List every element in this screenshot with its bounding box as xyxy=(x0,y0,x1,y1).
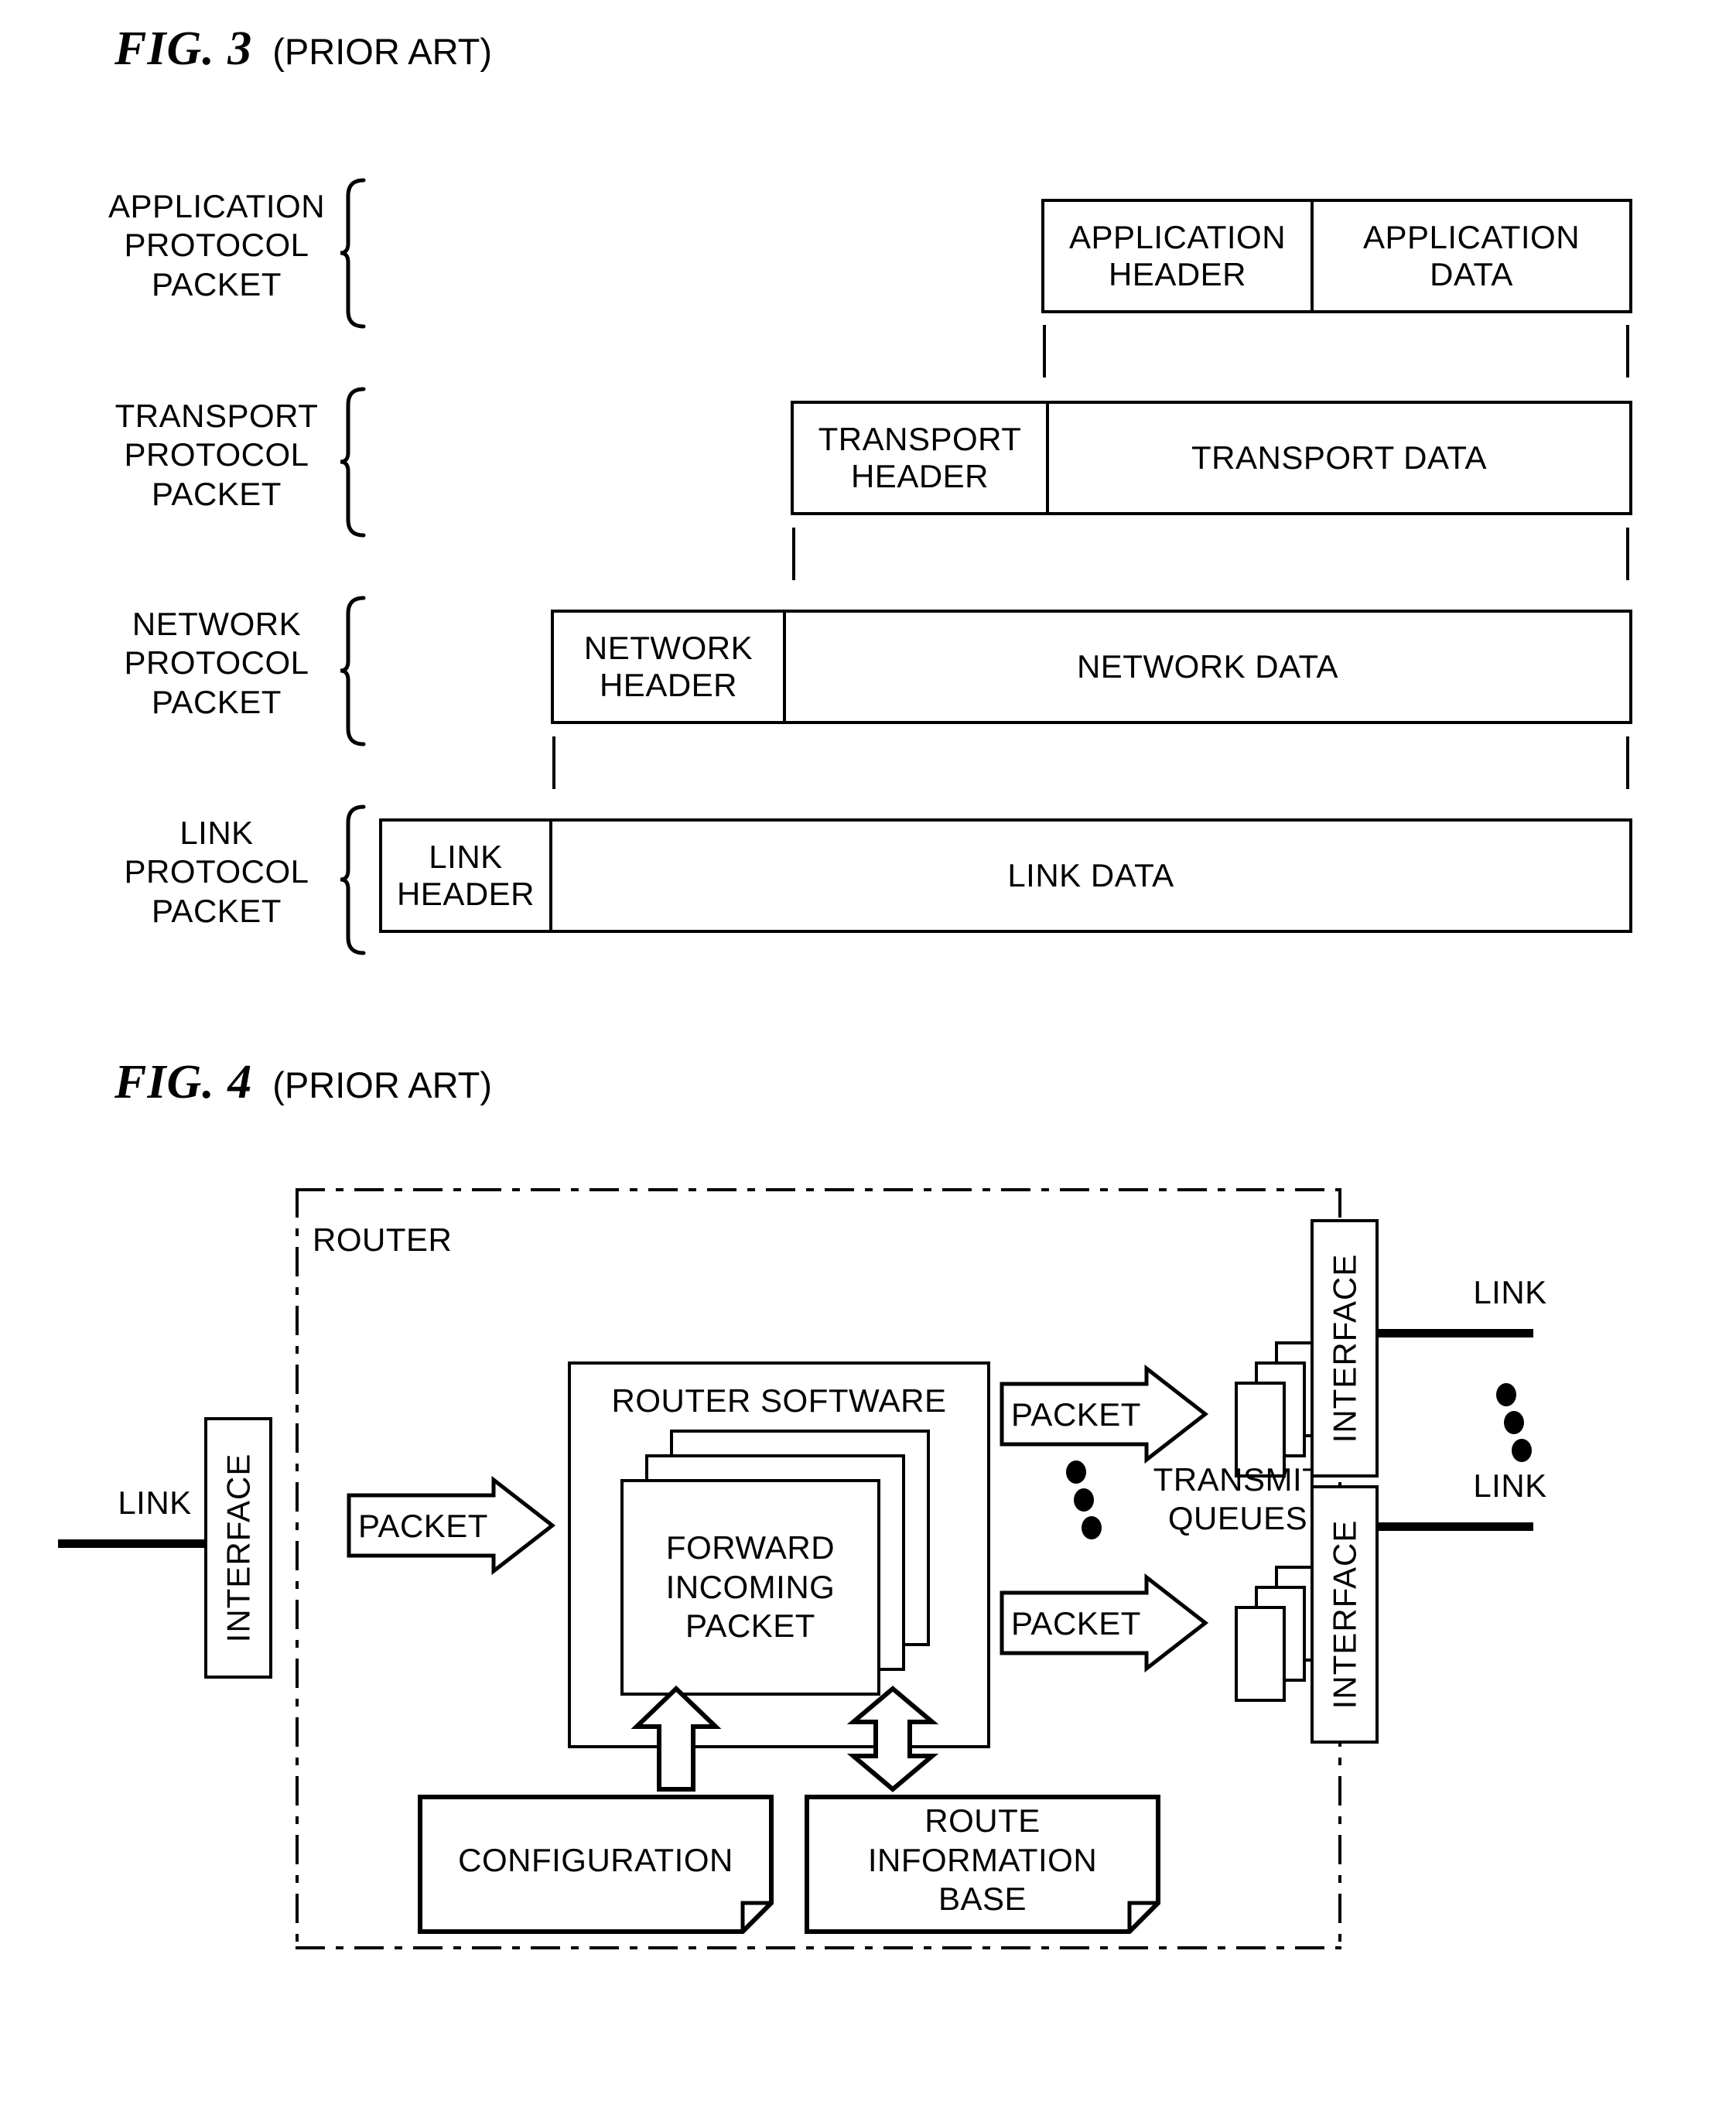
application-protocol-packet-label: APPLICATION PROTOCOL PACKET xyxy=(108,188,326,302)
packet-arrow-ingress-label: PACKET xyxy=(358,1508,488,1544)
interface-ingress[interactable]: INTERFACE xyxy=(204,1417,272,1679)
figure-3-prior-art-note: (PRIOR ART) xyxy=(272,31,493,72)
interfaces-ellipsis-dots xyxy=(1496,1383,1546,1468)
network-protocol-packet-box: NETWORK HEADER NETWORK DATA xyxy=(551,610,1632,724)
network-header-cell: NETWORK HEADER xyxy=(554,613,786,721)
transport-packet-brace xyxy=(340,387,366,538)
interface-egress-top[interactable]: INTERFACE xyxy=(1311,1219,1379,1478)
egress-link-top-label: LINK xyxy=(1473,1274,1547,1310)
encapsulation-tick-app-left xyxy=(1043,325,1046,377)
interface-egress-top-label: INTERFACE xyxy=(1326,1253,1363,1443)
router-boundary-bottom-edge xyxy=(296,1946,1341,1949)
transport-header-cell: TRANSPORT HEADER xyxy=(794,404,1049,512)
figure-4-prior-art-note: (PRIOR ART) xyxy=(272,1064,493,1105)
configuration-document-label: CONFIGURATION xyxy=(458,1841,733,1878)
egress-link-bottom-label: LINK xyxy=(1473,1467,1547,1504)
network-data-cell: NETWORK DATA xyxy=(1076,647,1339,685)
transport-protocol-packet-box: TRANSPORT HEADER TRANSPORT DATA xyxy=(791,401,1632,515)
interface-ingress-label: INTERFACE xyxy=(220,1453,257,1643)
network-protocol-packet-label: NETWORK PROTOCOL PACKET xyxy=(124,606,309,720)
egress-link-top-line xyxy=(1379,1329,1533,1337)
packet-arrow-egress-top-label: PACKET xyxy=(1011,1396,1141,1433)
interface-ellipsis-dot-1 xyxy=(1496,1383,1516,1406)
router-boundary-left-edge xyxy=(296,1188,299,1949)
interface-ellipsis-dot-3 xyxy=(1512,1439,1532,1462)
interface-egress-bottom-label: INTERFACE xyxy=(1326,1519,1363,1710)
router-boundary-top-edge xyxy=(296,1188,1341,1191)
route-information-base-bidirectional-arrow xyxy=(846,1686,939,1792)
encapsulation-tick-network-left xyxy=(552,736,555,789)
router-software-title: ROUTER SOFTWARE xyxy=(611,1382,947,1419)
ellipsis-dot-2 xyxy=(1074,1488,1094,1512)
forward-incoming-packet-label: FORWARD INCOMING PACKET xyxy=(665,1529,836,1645)
encapsulation-tick-network-right xyxy=(1626,736,1629,789)
application-header-cell: APPLICATION HEADER xyxy=(1044,202,1314,310)
configuration-up-arrow xyxy=(630,1685,722,1792)
encapsulation-tick-transport-right xyxy=(1626,528,1629,580)
transmit-queues-ellipsis-dots xyxy=(1066,1460,1116,1546)
encapsulation-tick-transport-left xyxy=(792,528,795,580)
figure-3-number: FIG. 3 xyxy=(114,22,253,75)
transport-data-cell: TRANSPORT DATA xyxy=(1191,439,1487,476)
ellipsis-dot-3 xyxy=(1082,1516,1102,1539)
application-data-cell: APPLICATION DATA xyxy=(1362,218,1581,292)
router-boundary-label: ROUTER xyxy=(313,1221,453,1258)
transport-protocol-packet-label: TRANSPORT PROTOCOL PACKET xyxy=(114,398,319,512)
link-header-cell: LINK HEADER xyxy=(382,822,552,930)
figure-4-title: FIG. 4 (PRIOR ART) xyxy=(114,1055,492,1110)
application-protocol-packet-box: APPLICATION HEADER APPLICATION DATA xyxy=(1041,199,1632,313)
route-information-base-document-label: ROUTE INFORMATION BASE xyxy=(867,1802,1098,1918)
interface-egress-bottom[interactable]: INTERFACE xyxy=(1311,1485,1379,1744)
interface-ellipsis-dot-2 xyxy=(1504,1411,1524,1434)
ingress-link-label: LINK xyxy=(118,1484,192,1521)
ellipsis-dot-1 xyxy=(1066,1460,1086,1484)
egress-link-bottom-line xyxy=(1379,1522,1533,1531)
link-protocol-packet-box: LINK HEADER LINK DATA xyxy=(379,818,1632,933)
packet-arrow-egress-bottom-label: PACKET xyxy=(1011,1605,1141,1642)
link-protocol-packet-label: LINK PROTOCOL PACKET xyxy=(124,815,309,929)
network-packet-brace xyxy=(340,596,366,746)
figure-3-title: FIG. 3 (PRIOR ART) xyxy=(114,22,492,77)
link-data-cell: LINK DATA xyxy=(1007,856,1174,893)
application-packet-brace xyxy=(340,178,366,329)
encapsulation-tick-app-right xyxy=(1626,325,1629,377)
transmit-queue-bottom-card-front xyxy=(1235,1606,1286,1702)
ingress-link-line xyxy=(58,1539,224,1548)
figure-4-number: FIG. 4 xyxy=(114,1056,253,1109)
